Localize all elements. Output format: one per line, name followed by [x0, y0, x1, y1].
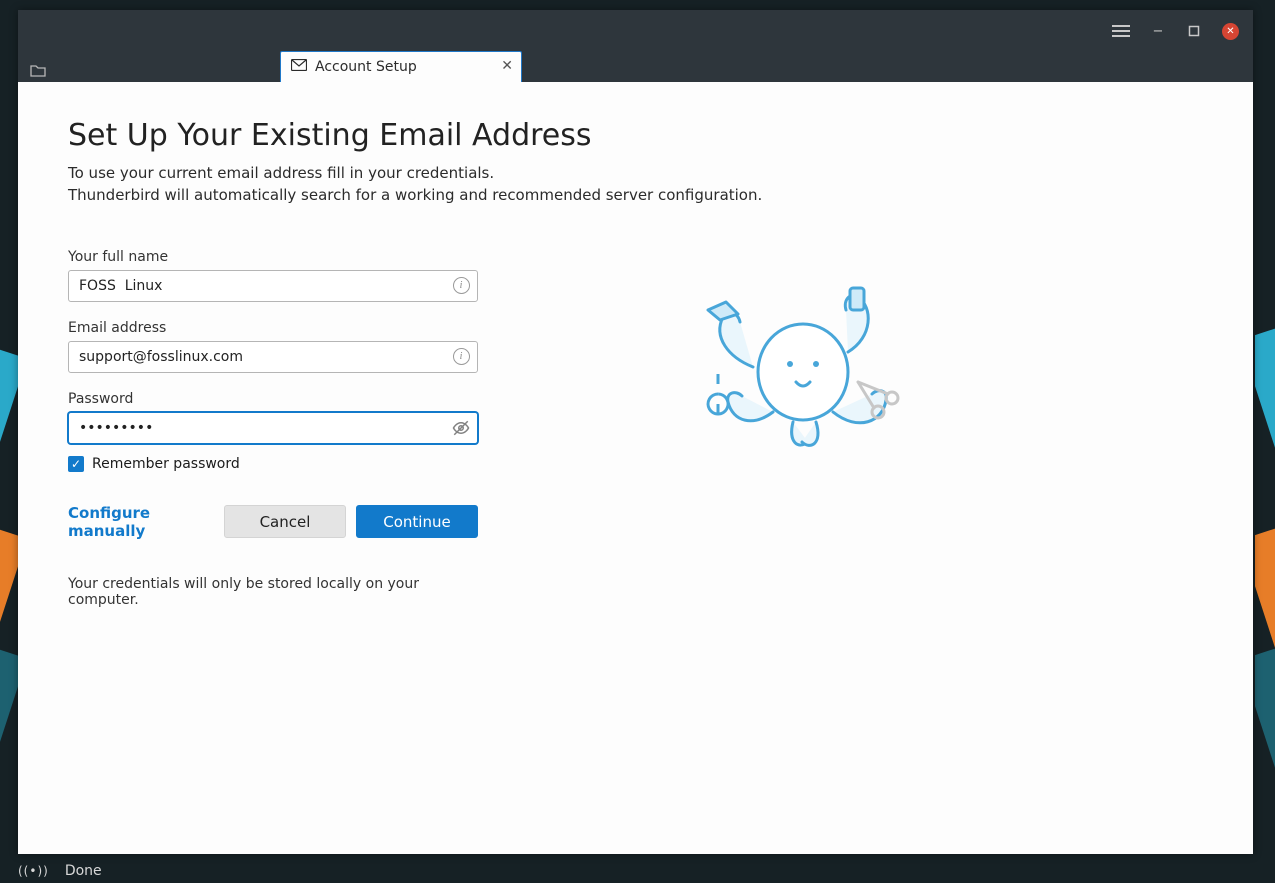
minimize-button[interactable]: − [1150, 23, 1166, 39]
password-input[interactable] [68, 412, 478, 444]
tab-label: Account Setup [315, 59, 417, 75]
full-name-label: Your full name [68, 249, 478, 265]
page-title: Set Up Your Existing Email Address [68, 118, 1203, 153]
configure-manually-link[interactable]: Configure manually [68, 504, 214, 540]
spaces-folder-button[interactable] [24, 58, 52, 82]
status-text: Done [65, 863, 102, 879]
desktop-accent-left [0, 0, 20, 883]
page-subtitle: To use your current email address fill i… [68, 163, 1203, 207]
credentials-footnote: Your credentials will only be stored loc… [68, 576, 478, 608]
app-window: − ✕ Account Setup ✕ Set Up Your Existing… [18, 10, 1253, 854]
form-actions: Configure manually Cancel Continue [68, 504, 478, 540]
mail-icon [291, 59, 307, 75]
app-menu-button[interactable] [1112, 25, 1130, 37]
full-name-input[interactable] [68, 270, 478, 302]
window-close-button[interactable]: ✕ [1222, 23, 1239, 40]
remember-checkbox[interactable]: ✓ [68, 456, 84, 472]
remember-password-row[interactable]: ✓ Remember password [68, 456, 478, 472]
maximize-button[interactable] [1186, 23, 1202, 39]
titlebar: − ✕ [18, 10, 1253, 52]
tab-account-setup[interactable]: Account Setup ✕ [280, 51, 522, 82]
desktop-accent-right [1255, 0, 1275, 883]
email-input[interactable] [68, 341, 478, 373]
network-icon: ((•)) [18, 864, 49, 878]
eye-off-icon[interactable] [452, 419, 470, 437]
octopus-illustration [698, 282, 908, 452]
email-label: Email address [68, 320, 478, 336]
password-field-wrap [68, 412, 478, 444]
info-icon[interactable]: i [452, 348, 470, 366]
tab-close-button[interactable]: ✕ [501, 58, 513, 74]
full-name-field-wrap: i [68, 270, 478, 302]
account-form: Your full name i Email address i Passwor… [68, 249, 478, 608]
password-label: Password [68, 391, 478, 407]
email-field-wrap: i [68, 341, 478, 373]
remember-label: Remember password [92, 456, 240, 472]
continue-button[interactable]: Continue [356, 505, 478, 538]
statusbar: ((•)) Done [18, 863, 102, 879]
cancel-button[interactable]: Cancel [224, 505, 346, 538]
tabstrip: Account Setup ✕ [18, 52, 1253, 82]
info-icon[interactable]: i [452, 277, 470, 295]
content-area: Set Up Your Existing Email Address To us… [18, 82, 1253, 854]
